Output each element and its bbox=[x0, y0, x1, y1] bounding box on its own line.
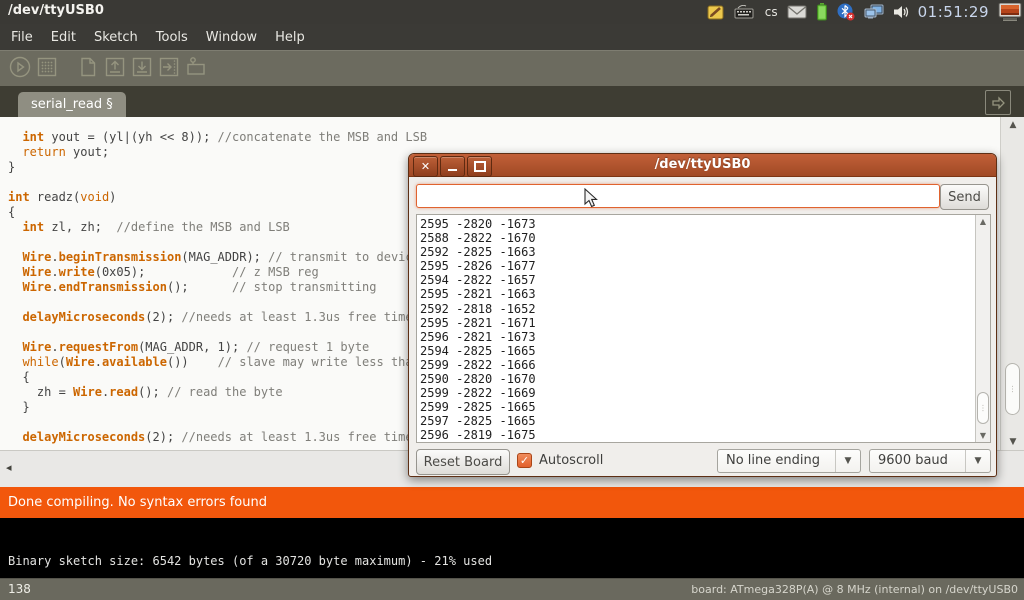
battery-icon[interactable] bbox=[816, 3, 828, 21]
autoscroll-checkbox[interactable]: ✓ bbox=[517, 453, 532, 468]
status-bar: Done compiling. No syntax errors found bbox=[0, 487, 1024, 518]
scroll-left-icon[interactable]: ◂ bbox=[6, 461, 12, 474]
arrow-right-icon bbox=[989, 94, 1007, 112]
tab-label: serial_read § bbox=[31, 97, 113, 112]
serial-output-line: 2594 -2825 -1665 bbox=[420, 344, 975, 358]
status-message: Done compiling. No syntax errors found bbox=[8, 495, 267, 510]
screen: /dev/ttyUSB0 cs 01:51: bbox=[0, 0, 1024, 600]
keyboard-icon[interactable] bbox=[734, 5, 754, 19]
open-icon[interactable] bbox=[103, 55, 127, 83]
serial-output-line: 2599 -2825 -1665 bbox=[420, 400, 975, 414]
serial-output-line: 2592 -2825 -1663 bbox=[420, 245, 975, 259]
footer-status-strip: 138 board: ATmega328P(A) @ 8 MHz (intern… bbox=[0, 578, 1024, 600]
line-number-indicator: 138 bbox=[8, 582, 31, 596]
network-icon[interactable] bbox=[864, 4, 884, 21]
console-text: Binary sketch size: 6542 bytes (of a 307… bbox=[8, 554, 492, 568]
mail-icon[interactable] bbox=[787, 5, 807, 19]
serial-scrollbar[interactable]: ▲ ⋮ ▼ bbox=[975, 215, 990, 442]
serial-monitor-icon[interactable] bbox=[184, 55, 210, 83]
volume-icon[interactable] bbox=[893, 4, 909, 20]
board-info: board: ATmega328P(A) @ 8 MHz (internal) … bbox=[691, 583, 1018, 596]
chevron-down-icon[interactable]: ▼ bbox=[965, 450, 990, 472]
serial-output-line: 2595 -2820 -1673 bbox=[420, 217, 975, 231]
menu-bar: FileEditSketchToolsWindowHelp bbox=[0, 24, 1024, 50]
stop-icon[interactable] bbox=[35, 55, 59, 83]
console-output: Binary sketch size: 6542 bytes (of a 307… bbox=[0, 518, 1024, 578]
reset-board-button[interactable]: Reset Board bbox=[416, 449, 510, 475]
save-icon[interactable] bbox=[130, 55, 154, 83]
serial-scrollbar-thumb[interactable]: ⋮ bbox=[977, 392, 989, 424]
system-tray: cs 01:51:29 bbox=[707, 0, 1022, 24]
menu-item-sketch[interactable]: Sketch bbox=[85, 26, 147, 49]
menu-item-window[interactable]: Window bbox=[197, 26, 266, 49]
serial-output-line: 2592 -2818 -1652 bbox=[420, 302, 975, 316]
send-button[interactable]: Send bbox=[940, 184, 989, 210]
menu-item-tools[interactable]: Tools bbox=[147, 26, 197, 49]
line-ending-dropdown[interactable]: No line ending ▼ bbox=[717, 449, 861, 473]
chevron-down-icon[interactable]: ▼ bbox=[835, 450, 860, 472]
serial-monitor-title: /dev/ttyUSB0 bbox=[409, 157, 996, 172]
editor-scrollbar-thumb[interactable]: ⋮ bbox=[1005, 363, 1020, 415]
note-icon[interactable] bbox=[707, 4, 725, 21]
keyboard-layout-indicator[interactable]: cs bbox=[765, 5, 778, 19]
send-label: Send bbox=[948, 190, 981, 205]
tab-menu-button[interactable] bbox=[985, 90, 1011, 115]
mouse-cursor bbox=[584, 188, 599, 213]
grip-dots: ⋮ bbox=[1009, 388, 1017, 391]
serial-output-line: 2595 -2821 -1671 bbox=[420, 316, 975, 330]
new-sketch-icon[interactable] bbox=[76, 55, 100, 83]
serial-output-area[interactable]: 2595 -2820 -16732588 -2822 -16702592 -28… bbox=[416, 214, 991, 443]
scroll-up-icon[interactable]: ▲ bbox=[976, 217, 990, 226]
serial-output-line: 2599 -2822 -1669 bbox=[420, 386, 975, 400]
bluetooth-icon[interactable] bbox=[837, 3, 855, 21]
serial-output-line: 2594 -2822 -1657 bbox=[420, 273, 975, 287]
serial-output-line: 2588 -2822 -1670 bbox=[420, 231, 975, 245]
line-ending-value: No line ending bbox=[726, 453, 820, 468]
serial-monitor-titlebar[interactable]: ✕ /dev/ttyUSB0 bbox=[409, 154, 996, 177]
serial-output-text: 2595 -2820 -16732588 -2822 -16702592 -28… bbox=[417, 215, 975, 442]
scroll-up-icon[interactable]: ▲ bbox=[1001, 120, 1024, 130]
verify-icon[interactable] bbox=[8, 55, 32, 83]
menu-item-file[interactable]: File bbox=[2, 26, 42, 49]
serial-output-line: 2599 -2822 -1666 bbox=[420, 358, 975, 372]
code-line: int yout = (yl|(yh << 8)); //concatenate… bbox=[8, 130, 1000, 145]
serial-output-line: 2597 -2825 -1665 bbox=[420, 414, 975, 428]
top-panel: /dev/ttyUSB0 cs 01:51: bbox=[0, 0, 1024, 24]
menu-item-edit[interactable]: Edit bbox=[42, 26, 85, 49]
upload-icon[interactable] bbox=[157, 55, 181, 83]
tab-bar: serial_read § bbox=[0, 86, 1024, 117]
serial-output-line: 2595 -2826 -1677 bbox=[420, 259, 975, 273]
baud-rate-dropdown[interactable]: 9600 baud ▼ bbox=[869, 449, 991, 473]
editor-vertical-scrollbar[interactable]: ▲ ⋮ ▼ bbox=[1000, 117, 1024, 450]
grip-dots: ⋮ bbox=[979, 407, 987, 410]
session-icon[interactable] bbox=[998, 3, 1022, 22]
serial-output-line: 2596 -2819 -1675 bbox=[420, 428, 975, 442]
scroll-down-icon[interactable]: ▼ bbox=[976, 431, 990, 440]
autoscroll-label: Autoscroll bbox=[539, 453, 603, 468]
toolbar bbox=[0, 50, 1024, 86]
menu-item-help[interactable]: Help bbox=[266, 26, 314, 49]
window-title: /dev/ttyUSB0 bbox=[8, 3, 104, 18]
reset-board-label: Reset Board bbox=[424, 455, 503, 470]
serial-monitor-window[interactable]: ✕ /dev/ttyUSB0 Send 2595 -2820 -16732588… bbox=[408, 153, 997, 477]
serial-output-line: 2590 -2820 -1670 bbox=[420, 372, 975, 386]
tab-serial-read[interactable]: serial_read § bbox=[18, 92, 126, 117]
baud-rate-value: 9600 baud bbox=[878, 453, 948, 468]
serial-input-field[interactable] bbox=[416, 184, 940, 208]
serial-output-line: 2595 -2821 -1663 bbox=[420, 287, 975, 301]
clock[interactable]: 01:51:29 bbox=[918, 3, 989, 21]
scroll-down-icon[interactable]: ▼ bbox=[1001, 437, 1024, 447]
serial-output-line: 2596 -2821 -1673 bbox=[420, 330, 975, 344]
